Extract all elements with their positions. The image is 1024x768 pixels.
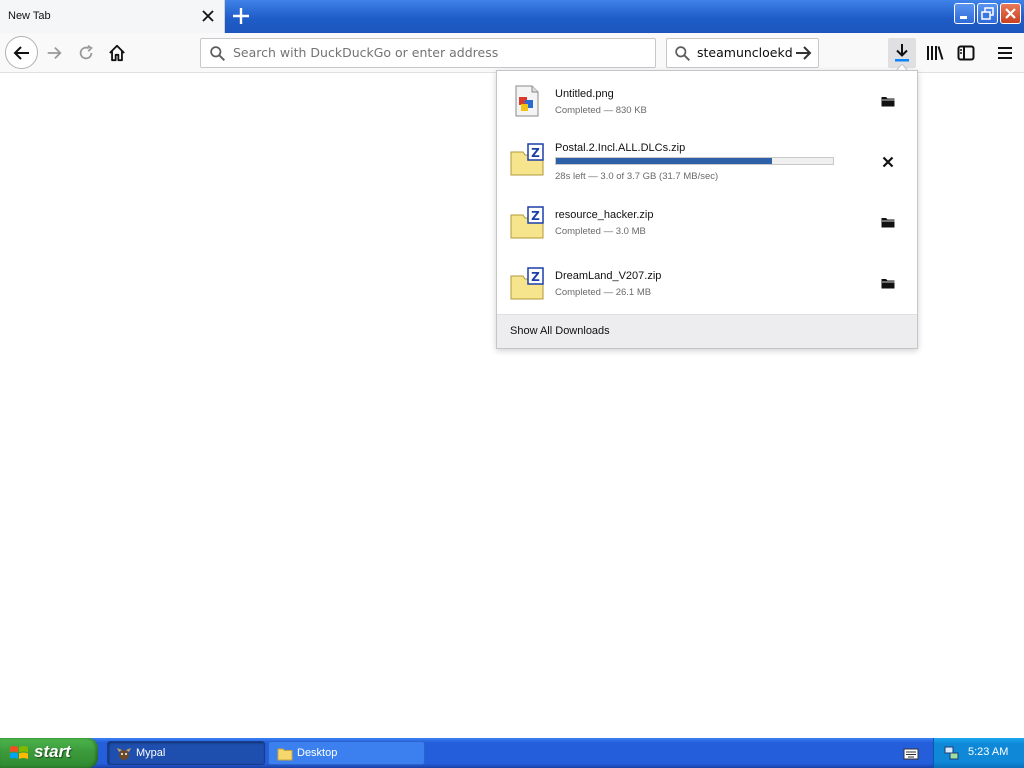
download-item[interactable]: Z DreamLand_V207.zip Completed — 26.1 MB	[497, 258, 917, 318]
downloads-panel: Untitled.png Completed — 830 KB Z Postal…	[496, 70, 918, 349]
tab-close-icon[interactable]	[198, 6, 218, 26]
download-filename: resource_hacker.zip	[555, 209, 654, 221]
tab-title: New Tab	[8, 10, 51, 22]
clock[interactable]: 5:23 AM	[968, 746, 1008, 758]
image-file-icon	[515, 85, 539, 117]
zip-folder-icon: Z	[510, 143, 544, 176]
taskbar: start Mypal Desktop 5:23 AM	[0, 738, 1024, 768]
library-icon	[927, 46, 944, 60]
restore-button[interactable]	[977, 3, 998, 24]
folder-icon	[881, 97, 895, 107]
cancel-download-button[interactable]	[877, 151, 899, 173]
download-arrow-icon	[895, 44, 909, 62]
forward-button[interactable]	[40, 39, 68, 67]
download-item[interactable]: Z resource_hacker.zip Completed — 3.0 MB	[497, 197, 917, 257]
search-input[interactable]	[697, 45, 792, 60]
hamburger-menu-icon	[998, 47, 1012, 59]
system-tray: 5:23 AM	[933, 738, 1024, 768]
tab-new-tab[interactable]: New Tab	[0, 0, 225, 33]
show-all-downloads-label: Show All Downloads	[510, 325, 610, 337]
download-progress-bar	[555, 157, 834, 165]
download-item[interactable]: Untitled.png Completed — 830 KB	[497, 75, 917, 135]
folder-icon	[881, 279, 895, 289]
show-all-downloads-button[interactable]: Show All Downloads	[497, 314, 917, 348]
taskbar-item-desktop[interactable]: Desktop	[268, 741, 425, 765]
zip-folder-icon: Z	[510, 267, 544, 300]
forward-arrow-icon	[47, 46, 62, 60]
home-button[interactable]	[103, 39, 131, 67]
folder-icon	[881, 218, 895, 228]
minimize-button[interactable]	[954, 3, 975, 24]
download-status: Completed — 26.1 MB	[555, 287, 652, 298]
close-icon	[1005, 8, 1016, 19]
download-status: 28s left — 3.0 of 3.7 GB (31.7 MB/sec)	[555, 171, 719, 182]
taskbar-item-label: Mypal	[136, 747, 166, 759]
download-filename: Postal.2.Incl.ALL.DLCs.zip	[555, 142, 686, 154]
search-icon	[210, 46, 225, 61]
search-icon	[675, 46, 690, 61]
close-icon	[882, 156, 894, 168]
open-folder-button[interactable]	[877, 90, 899, 112]
taskbar-item-label: Desktop	[297, 747, 338, 759]
start-label: start	[34, 742, 71, 761]
network-icon[interactable]	[944, 745, 960, 761]
close-window-button[interactable]	[1000, 3, 1021, 24]
zip-folder-icon: Z	[510, 206, 544, 239]
keyboard-icon[interactable]	[903, 746, 919, 760]
new-tab-plus-icon[interactable]	[229, 4, 253, 28]
url-bar[interactable]	[200, 38, 656, 68]
url-input[interactable]	[233, 45, 643, 60]
search-go-arrow-icon[interactable]	[793, 43, 813, 63]
sidebar-icon	[957, 45, 975, 61]
taskbar-item-mypal[interactable]: Mypal	[107, 741, 265, 765]
download-status: Completed — 830 KB	[555, 105, 647, 116]
svg-text:Z: Z	[531, 209, 540, 223]
tab-strip: New Tab	[0, 0, 1024, 33]
sidebar-button[interactable]	[952, 39, 980, 67]
svg-text:Z: Z	[531, 270, 540, 284]
reload-button[interactable]	[72, 39, 100, 67]
search-bar[interactable]	[666, 38, 819, 68]
restore-icon	[981, 7, 994, 20]
window-controls	[954, 3, 1021, 24]
open-folder-button[interactable]	[877, 272, 899, 294]
open-folder-button[interactable]	[877, 211, 899, 233]
menu-button[interactable]	[991, 39, 1019, 67]
windows-logo-icon	[10, 746, 28, 759]
back-button[interactable]	[5, 36, 38, 69]
back-arrow-icon	[13, 45, 29, 60]
library-button[interactable]	[921, 39, 949, 67]
download-progress-fill	[556, 158, 773, 164]
navigation-toolbar	[0, 33, 1024, 73]
svg-text:Z: Z	[531, 146, 540, 160]
minimize-icon	[960, 16, 967, 19]
home-icon	[109, 44, 125, 62]
download-status: Completed — 3.0 MB	[555, 226, 646, 237]
start-button[interactable]: start	[0, 738, 98, 768]
download-filename: DreamLand_V207.zip	[555, 270, 662, 282]
reload-icon	[79, 45, 93, 60]
download-filename: Untitled.png	[555, 88, 614, 100]
mypal-app-icon	[117, 748, 131, 760]
folder-icon	[277, 748, 293, 761]
